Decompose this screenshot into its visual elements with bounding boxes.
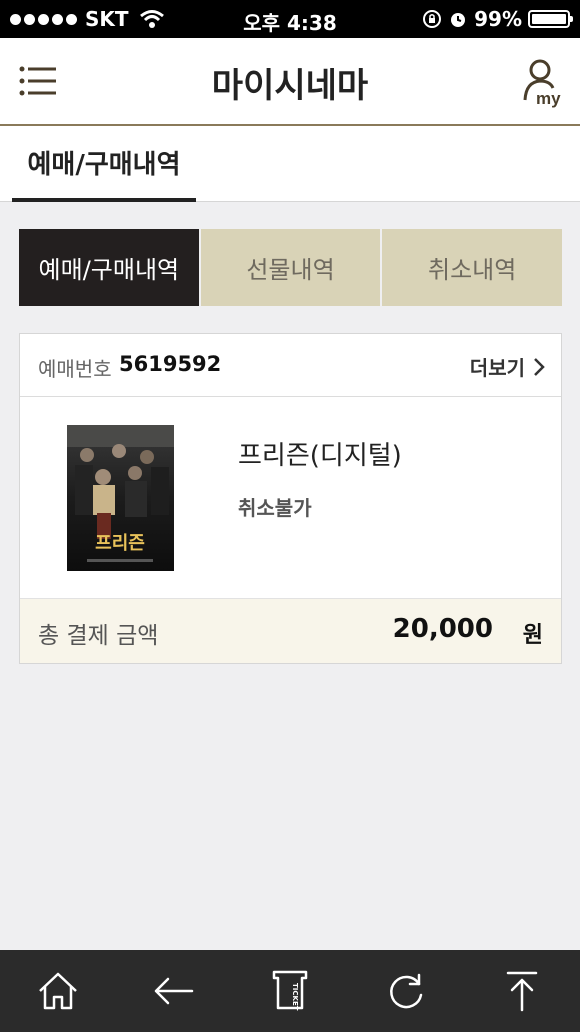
scroll-top-icon [506, 971, 538, 1012]
sub-navigation: 예매/구매내역 [0, 126, 580, 202]
more-label: 더보기 [469, 356, 525, 380]
total-payment-amount: 20,000 [392, 614, 493, 644]
chevron-right-icon [534, 357, 545, 376]
app-header: 마이시네마 my [0, 38, 580, 126]
ticket-button[interactable]: TICKET [232, 950, 348, 1032]
tab-booking-history[interactable]: 예매/구매내역 [19, 229, 199, 306]
currency-unit: 원 [522, 623, 543, 648]
back-arrow-icon [154, 977, 194, 1005]
ticket-label: TICKET [291, 983, 299, 1011]
booking-card: 예매번호 5619592 더보기 프리즌 프리즌(디지털) 취소불가 총 결제 … [19, 333, 562, 664]
my-label: my [536, 89, 561, 108]
subnav-tab-booking[interactable]: 예매/구매내역 [12, 126, 196, 202]
booking-card-body: 프리즌 프리즌(디지털) 취소불가 [20, 397, 561, 599]
battery-icon [528, 10, 573, 28]
total-payment-label: 총 결제 금액 [38, 623, 159, 649]
status-bar: SKT 오후 4:38 99% [0, 0, 580, 38]
home-icon [39, 972, 77, 1010]
more-button[interactable]: 더보기 [470, 352, 545, 381]
rotation-lock-icon [423, 10, 442, 28]
refresh-button[interactable] [348, 950, 464, 1032]
tab-gift-history[interactable]: 선물내역 [200, 229, 381, 306]
my-account-icon: my [523, 59, 561, 108]
booking-card-header: 예매번호 5619592 더보기 [20, 334, 561, 397]
movie-title[interactable]: 프리즌(디지털) [238, 435, 402, 472]
movie-poster[interactable]: 프리즌 [67, 425, 174, 571]
bottom-toolbar: TICKET [0, 950, 580, 1032]
home-button[interactable] [0, 950, 116, 1032]
status-right: 99% [422, 7, 573, 31]
battery-percent: 99% [474, 7, 522, 31]
scroll-top-button[interactable] [464, 950, 580, 1032]
history-tabs: 예매/구매내역 선물내역 취소내역 [19, 229, 563, 306]
page-title: 마이시네마 [211, 66, 369, 106]
tab-cancel-history[interactable]: 취소내역 [382, 229, 563, 306]
reservation-number-label: 예매번호 [38, 357, 112, 381]
cancel-status: 취소불가 [238, 496, 312, 520]
ticket-icon: TICKET [272, 970, 308, 1011]
my-account-button[interactable]: my [522, 58, 564, 108]
reservation-number: 5619592 [119, 352, 222, 376]
back-button[interactable] [116, 950, 232, 1032]
refresh-icon [390, 973, 423, 1009]
poster-title: 프리즌 [95, 533, 145, 554]
alarm-icon [451, 13, 466, 27]
booking-card-footer: 총 결제 금액 20,000 원 [20, 599, 561, 663]
